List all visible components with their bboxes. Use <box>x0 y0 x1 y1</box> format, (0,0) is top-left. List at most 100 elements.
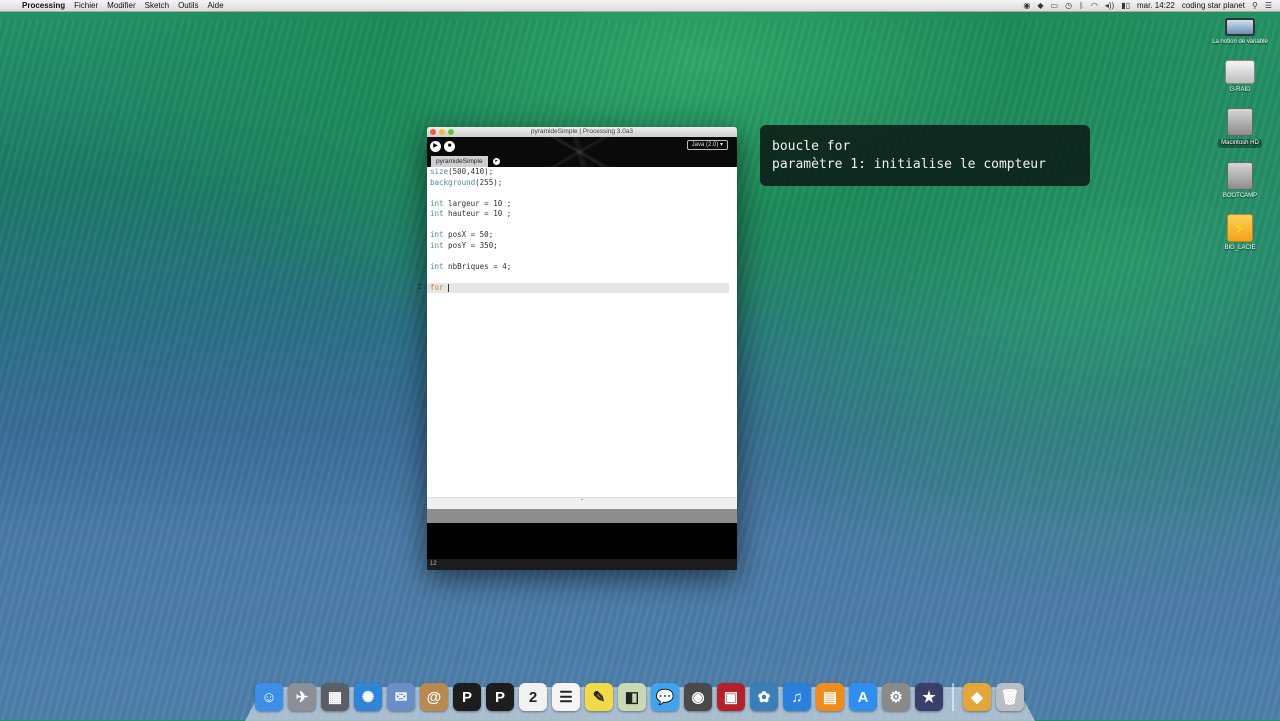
folder-stack-icon[interactable]: ◆ <box>963 683 991 711</box>
console-area[interactable] <box>427 523 737 559</box>
dock-separator <box>952 683 954 711</box>
user-name[interactable]: coding star planet <box>1182 1 1245 10</box>
screen-record-icon[interactable]: ◉ <box>1023 1 1030 10</box>
code-keyword: int <box>430 240 444 250</box>
preview-icon[interactable]: ◧ <box>618 683 646 711</box>
code-text: posY = 350; <box>443 240 498 250</box>
code-line[interactable] <box>427 272 737 283</box>
desktop-icon-label: BOOTCAMP <box>1222 193 1258 199</box>
compass-icon[interactable]: ✺ <box>354 683 382 711</box>
code-line[interactable]: background(255); <box>427 178 737 189</box>
processing-icon[interactable]: P <box>453 683 481 711</box>
notes-icon[interactable]: ✎ <box>585 683 613 711</box>
spotlight-search-icon[interactable]: ⚲ <box>1252 1 1258 10</box>
battery-icon[interactable]: ▮▯ <box>1121 1 1130 10</box>
app-store-icon[interactable]: A <box>849 683 877 711</box>
menu-modifier[interactable]: Modifier <box>107 1 135 10</box>
code-line[interactable]: int posX = 50; <box>427 230 737 241</box>
desktop-icon-bootcamp[interactable]: BOOTCAMP <box>1210 162 1270 200</box>
processing-window: pyramideSimple | Processing 3.0a3 ▶ ■ Ja… <box>427 127 737 570</box>
code-line[interactable]: int posY = 350; <box>427 241 737 252</box>
desktop-icon-label: G-RAID <box>1229 87 1251 93</box>
apple-menu-icon[interactable] <box>6 1 16 11</box>
menu-app-name[interactable]: Processing <box>22 1 65 10</box>
external-drive-icon <box>1225 60 1255 84</box>
code-text: largeur = 10 ; <box>443 198 512 208</box>
processing-icon[interactable]: P <box>486 683 514 711</box>
code-keyword: int <box>430 209 444 218</box>
code-line[interactable] <box>427 188 737 199</box>
message-area <box>427 509 737 523</box>
code-line[interactable]: int hauteur = 10 ; <box>427 209 737 220</box>
stop-icon: ■ <box>447 143 452 149</box>
notification-center-icon[interactable]: ☰ <box>1265 1 1272 10</box>
minimize-window-icon[interactable] <box>439 129 445 135</box>
usb-drive-icon: ⚡ <box>1227 214 1253 242</box>
code-keyword: int <box>430 230 444 239</box>
text-cursor-icon: ⌶ <box>417 284 422 291</box>
clock[interactable]: mar. 14:22 <box>1137 1 1175 10</box>
code-text: hauteur = 10 ; <box>443 209 512 218</box>
menu-bar: Processing Fichier Modifier Sketch Outil… <box>0 0 1280 12</box>
photo-booth-icon[interactable]: ▣ <box>717 683 745 711</box>
code-line[interactable]: for <box>427 282 729 293</box>
code-line[interactable] <box>427 251 737 262</box>
music-note-icon[interactable]: ♫ <box>783 683 811 711</box>
palm-tree-icon[interactable]: ✿ <box>750 683 778 711</box>
tab-pyramidesimple[interactable]: pyramideSimple <box>431 156 488 167</box>
sketch-toolbar: ▶ ■ Java (2.0) ▾ pyramideSimple ▸ <box>427 137 737 167</box>
stop-button[interactable]: ■ <box>444 141 455 152</box>
finder-icon[interactable]: ☺ <box>255 683 283 711</box>
zoom-window-icon[interactable] <box>448 129 454 135</box>
mission-control-icon[interactable]: ▦ <box>321 683 349 711</box>
volume-icon[interactable]: ◂)) <box>1105 1 1114 10</box>
clapperboard-icon[interactable]: ★ <box>915 683 943 711</box>
window-title: pyramideSimple | Processing 3.0a3 <box>530 128 634 135</box>
code-line[interactable]: size(500,410); <box>427 167 737 178</box>
time-machine-icon[interactable]: ◷ <box>1065 1 1072 10</box>
code-editor[interactable]: size(500,410); background(255); int largeu… <box>427 167 737 497</box>
chat-bubble-icon[interactable]: 💬 <box>651 683 679 711</box>
dock: ☺ ✈ ▦ ✺ ✉ @ P P 2 ☰ ✎ ◧ 💬 ◉ ▣ ✿ ♫ ▤ A ⚙ ★ ◆ 🗑 <box>255 681 1035 713</box>
mode-selector[interactable]: Java (2.0) ▾ <box>686 140 728 150</box>
book-icon[interactable]: ▤ <box>816 683 844 711</box>
menu-fichier[interactable]: Fichier <box>74 1 98 10</box>
desktop-icon-label: La notion de variable <box>1212 39 1268 45</box>
code-line[interactable] <box>427 220 737 231</box>
desktop-icon-macintosh-hd[interactable]: Macintosh HD <box>1210 108 1270 148</box>
close-window-icon[interactable] <box>430 129 436 135</box>
run-button[interactable]: ▶ <box>430 141 441 152</box>
bluetooth-icon[interactable]: ᛒ <box>1079 1 1084 10</box>
trash-icon[interactable]: 🗑 <box>996 683 1024 711</box>
code-text: nbBriques = 4; <box>443 261 512 271</box>
menu-aide[interactable]: Aide <box>208 1 224 10</box>
desktop-icon-variable[interactable]: La notion de variable <box>1210 18 1270 46</box>
code-keyword: size <box>430 167 449 176</box>
menu-outils[interactable]: Outils <box>178 1 198 10</box>
camera-icon[interactable]: ◉ <box>684 683 712 711</box>
desktop-icon-g-raid[interactable]: G-RAID <box>1210 60 1270 94</box>
calendar-icon[interactable]: 2 <box>519 683 547 711</box>
stamp-icon[interactable]: ✉ <box>387 683 415 711</box>
code-keyword: int <box>430 261 444 271</box>
address-book-icon[interactable]: @ <box>420 683 448 711</box>
annotation-line-2: paramètre 1: initialise le compteur <box>772 157 1046 172</box>
desktop-icon-big-lacie[interactable]: ⚡ BIG_LACIE <box>1210 214 1270 252</box>
dropbox-icon[interactable]: ◆ <box>1037 1 1043 10</box>
play-icon: ▶ <box>433 143 438 149</box>
list-icon[interactable]: ☰ <box>552 683 580 711</box>
code-line[interactable]: int largeur = 10 ; <box>427 199 737 210</box>
menu-sketch[interactable]: Sketch <box>145 1 169 10</box>
code-line[interactable]: int nbBriques = 4; <box>427 262 737 273</box>
window-titlebar[interactable]: pyramideSimple | Processing 3.0a3 <box>427 127 737 137</box>
tab-menu-arrow-icon[interactable]: ▸ <box>493 158 500 165</box>
line-number-status: 12 <box>427 559 737 570</box>
window-controls <box>430 129 454 135</box>
code-keyword: int <box>430 198 444 208</box>
gear-icon[interactable]: ⚙ <box>882 683 910 711</box>
desktop-icon-label: BIG_LACIE <box>1224 245 1256 251</box>
screen-icon[interactable]: ▭ <box>1051 1 1059 10</box>
wifi-icon[interactable]: ◠ <box>1091 1 1098 10</box>
annotation-box: boucle for paramètre 1: initialise le co… <box>760 125 1090 186</box>
rocket-icon[interactable]: ✈ <box>288 683 316 711</box>
